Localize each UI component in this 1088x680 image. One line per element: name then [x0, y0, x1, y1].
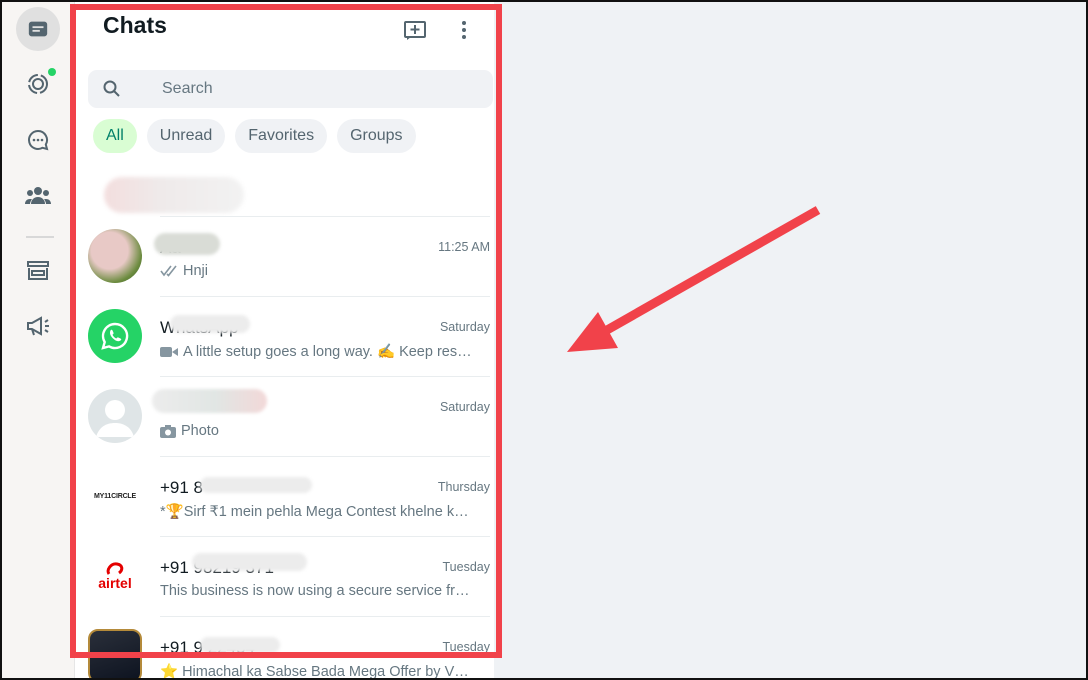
- chats-icon: [28, 21, 48, 37]
- channels-icon: [28, 129, 49, 151]
- rail-divider: [26, 236, 54, 238]
- chats-nav-button[interactable]: [16, 7, 60, 51]
- annotation-arrow: [567, 206, 821, 352]
- chat-message: ⭐ Himachal ka Sabse Bada Mega Offer by V…: [160, 664, 469, 678]
- communities-nav-button[interactable]: [16, 174, 60, 218]
- status-unread-dot: [48, 68, 56, 76]
- status-nav-button[interactable]: [16, 62, 60, 106]
- nav-rail: [2, 2, 75, 678]
- store-icon: [27, 261, 49, 280]
- megaphone-icon: [27, 316, 49, 336]
- channels-nav-button[interactable]: [16, 118, 60, 162]
- status-icon: [28, 74, 48, 94]
- conversation-placeholder: [494, 2, 1086, 678]
- highlight-box: [70, 4, 502, 658]
- communities-icon: [25, 187, 51, 204]
- advertise-nav-button[interactable]: [16, 304, 60, 348]
- store-nav-button[interactable]: [16, 248, 60, 292]
